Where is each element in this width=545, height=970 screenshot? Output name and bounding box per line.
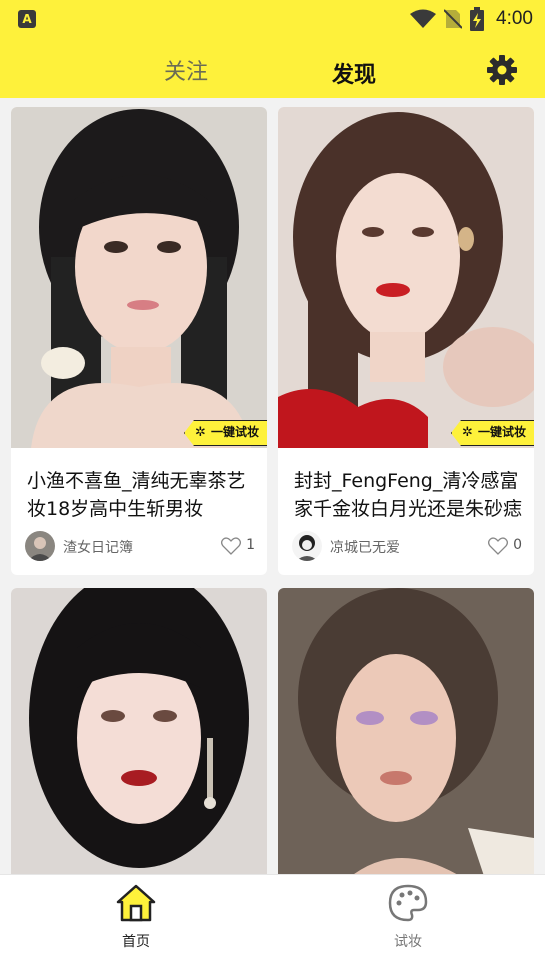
wifi-icon bbox=[410, 9, 437, 28]
discover-feed[interactable]: ✲ 一键试妆 小渔不喜鱼_清纯无辜茶艺妆18岁高中生斩男妆 渣女日记簿 1 ✲ … bbox=[0, 98, 545, 874]
status-bar: A 4:00 bbox=[0, 0, 545, 38]
makeup-card[interactable]: ✲ 一键试妆 小渔不喜鱼_清纯无辜茶艺妆18岁高中生斩男妆 渣女日记簿 1 bbox=[11, 107, 267, 575]
card-footer: 凉城已无爱 0 bbox=[292, 531, 522, 561]
nav-home-label: 首页 bbox=[122, 934, 150, 950]
sparkle-icon: ✲ bbox=[461, 425, 473, 440]
card-footer: 渣女日记簿 1 bbox=[25, 531, 255, 561]
like-count: 0 bbox=[513, 537, 522, 553]
nav-tryon-label: 试妆 bbox=[394, 934, 422, 950]
makeup-photo[interactable]: ✲ 一键试妆 bbox=[278, 107, 534, 448]
makeup-card[interactable] bbox=[11, 588, 267, 874]
one-click-tryon-badge[interactable]: ✲ 一键试妆 bbox=[450, 420, 534, 446]
home-icon bbox=[116, 884, 156, 922]
makeup-photo[interactable] bbox=[11, 588, 267, 874]
palette-icon bbox=[388, 884, 428, 922]
nav-tryon[interactable]: 试妆 bbox=[368, 883, 448, 963]
like-count: 1 bbox=[246, 537, 255, 553]
no-sim-icon bbox=[444, 9, 463, 29]
makeup-photo[interactable]: ✲ 一键试妆 bbox=[11, 107, 267, 448]
clock: 4:00 bbox=[496, 8, 533, 29]
top-bar: 关注 发现 bbox=[0, 38, 545, 98]
author-name[interactable]: 凉城已无爱 bbox=[330, 537, 400, 557]
avatar[interactable] bbox=[25, 531, 55, 561]
heart-icon[interactable] bbox=[221, 537, 241, 555]
settings-button[interactable] bbox=[486, 54, 518, 86]
makeup-card[interactable]: ✲ 一键试妆 封封_FengFeng_清冷感富家千金妆白月光还是朱砂痣 凉城已无… bbox=[278, 107, 534, 575]
card-title[interactable]: 小渔不喜鱼_清纯无辜茶艺妆18岁高中生斩男妆 bbox=[27, 467, 259, 523]
status-icons: 4:00 bbox=[410, 6, 533, 32]
gear-icon bbox=[487, 55, 517, 85]
tab-discover[interactable]: 发现 bbox=[332, 57, 376, 89]
nav-home[interactable]: 首页 bbox=[96, 883, 176, 963]
makeup-photo[interactable] bbox=[278, 588, 534, 874]
app-notification-icon: A bbox=[18, 10, 36, 28]
tab-follow[interactable]: 关注 bbox=[164, 54, 208, 86]
avatar[interactable] bbox=[292, 531, 322, 561]
card-title[interactable]: 封封_FengFeng_清冷感富家千金妆白月光还是朱砂痣 bbox=[294, 467, 526, 523]
heart-icon[interactable] bbox=[488, 537, 508, 555]
bottom-nav: 首页 试妆 bbox=[0, 874, 545, 970]
battery-charging-icon bbox=[470, 7, 485, 31]
one-click-tryon-badge[interactable]: ✲ 一键试妆 bbox=[183, 420, 267, 446]
makeup-card[interactable] bbox=[278, 588, 534, 874]
sparkle-icon: ✲ bbox=[194, 425, 206, 440]
author-name[interactable]: 渣女日记簿 bbox=[63, 537, 133, 557]
